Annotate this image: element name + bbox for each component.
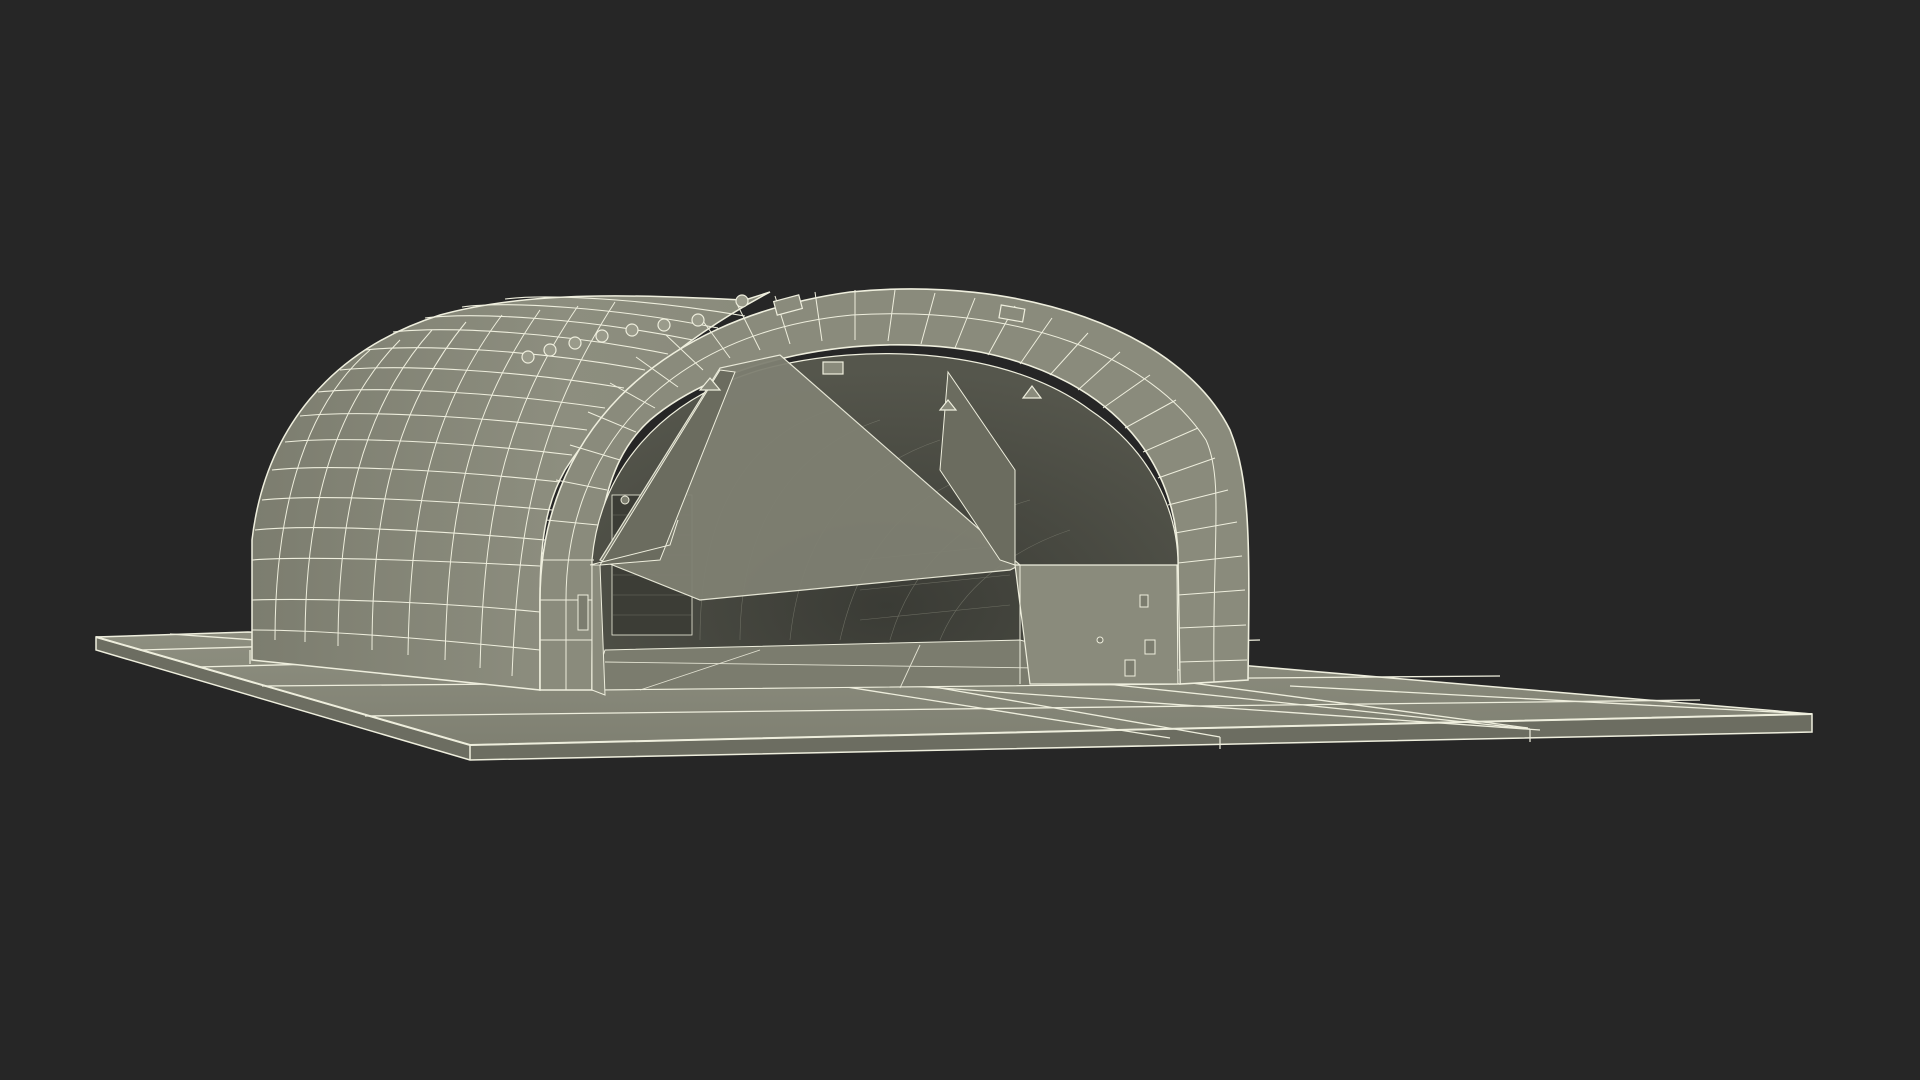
hangar-shell xyxy=(251,288,1250,696)
hangar-wireframe-scene xyxy=(95,288,1813,761)
render-viewport xyxy=(0,0,1920,1080)
